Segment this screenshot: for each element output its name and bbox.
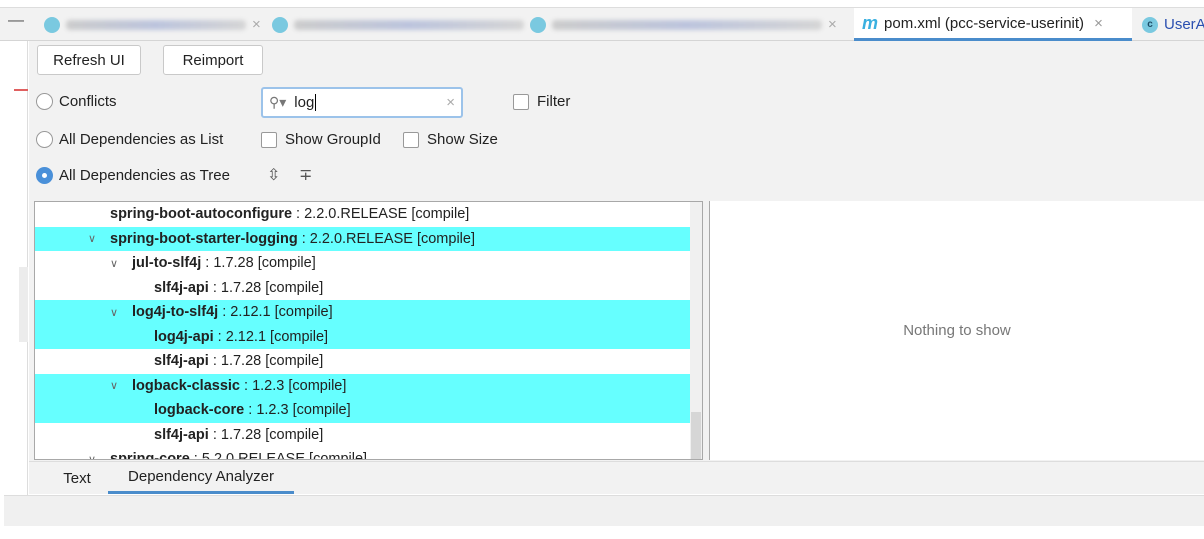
artifact-name: slf4j-api	[154, 353, 209, 370]
artifact-version: : 1.7.28 [compile]	[208, 279, 324, 296]
tree-node[interactable]: ∨ spring-core : 5.2.0.RELEASE [compile]	[35, 447, 690, 460]
left-gutter	[0, 41, 28, 495]
checkbox[interactable]	[261, 131, 277, 148]
tree-node[interactable]: logback-core : 1.2.3 [compile]	[35, 398, 690, 423]
editor-tab-pom[interactable]: m pom.xml (pcc-service-userinit) ×	[854, 8, 1132, 41]
chevron-down-icon[interactable]: ∨	[88, 232, 102, 245]
collapse-all-icon[interactable]: ∓	[299, 165, 312, 185]
chevron-down-icon[interactable]: ∨	[110, 306, 124, 319]
tree-node[interactable]: ∨ log4j-to-slf4j : 2.12.1 [compile]	[35, 300, 690, 325]
tab-dependency-analyzer[interactable]: Dependency Analyzer	[108, 462, 294, 494]
artifact-version: : 1.7.28 [compile]	[201, 255, 316, 272]
artifact-name: spring-core	[110, 451, 190, 460]
editor-tab-3[interactable]: ×	[530, 8, 837, 41]
radio-circle[interactable]	[36, 93, 53, 110]
artifact-version: : 2.2.0.RELEASE [compile]	[297, 230, 475, 247]
editor-tab-bar: — × × m pom.xml (pcc-service-userinit) × c…	[0, 7, 1204, 41]
expand-all-icon[interactable]: ⇳	[267, 165, 280, 185]
tree-node[interactable]: slf4j-api : 1.7.28 [compile]	[35, 349, 690, 374]
artifact-name: logback-classic	[132, 377, 240, 394]
search-icon[interactable]: ⚲▾	[269, 94, 286, 111]
tab-label: UserA	[1164, 16, 1204, 33]
editor-tab-1[interactable]: ×	[44, 8, 261, 41]
tree-node[interactable]: slf4j-api : 1.7.28 [compile]	[35, 423, 690, 448]
artifact-version: : 1.7.28 [compile]	[208, 426, 324, 443]
checkbox-label: Show Size	[427, 131, 498, 148]
status-bar	[4, 495, 1204, 526]
chevron-down-icon[interactable]: ∨	[88, 453, 102, 459]
empty-message: Nothing to show	[903, 322, 1011, 339]
blurred-tab-label	[552, 19, 822, 30]
tree-node[interactable]: ∨ jul-to-slf4j : 1.7.28 [compile]	[35, 251, 690, 276]
artifact-version: : 2.12.1 [compile]	[218, 304, 333, 321]
tab-text[interactable]: Text	[49, 462, 105, 494]
reimport-button[interactable]: Reimport	[163, 45, 263, 75]
artifact-name: log4j-to-slf4j	[132, 304, 219, 321]
checkbox[interactable]	[513, 93, 529, 110]
tree-node[interactable]: slf4j-api : 1.7.28 [compile]	[35, 276, 690, 301]
tree-node[interactable]: log4j-api : 2.12.1 [compile]	[35, 324, 690, 349]
tree-scrollbar[interactable]	[690, 202, 702, 459]
artifact-name: logback-core	[154, 402, 245, 419]
close-icon[interactable]: ×	[252, 16, 261, 33]
artifact-name: slf4j-api	[154, 426, 209, 443]
class-icon: c	[1142, 16, 1158, 33]
artifact-version: : 5.2.0.RELEASE [compile]	[189, 451, 368, 460]
minimize-icon[interactable]: —	[8, 12, 24, 30]
artifact-version: : 1.2.3 [compile]	[244, 402, 351, 419]
artifact-name: slf4j-api	[154, 279, 209, 296]
artifact-version: : 1.7.28 [compile]	[208, 353, 324, 370]
artifact-name: log4j-api	[154, 328, 214, 345]
radio-label: All Dependencies as Tree	[59, 167, 230, 184]
dependency-tree[interactable]: spring-boot-autoconfigure : 2.2.0.RELEAS…	[34, 201, 703, 460]
maven-icon: m	[862, 12, 879, 33]
clear-icon[interactable]: ×	[446, 94, 455, 111]
refresh-ui-button[interactable]: Refresh UI	[37, 45, 141, 75]
bottom-tab-bar: Text Dependency Analyzer	[29, 461, 1204, 494]
gutter-scroll	[19, 267, 28, 342]
editor-tab-2[interactable]	[272, 8, 524, 41]
close-icon[interactable]: ×	[828, 16, 837, 33]
radio-conflicts[interactable]: Conflicts	[36, 93, 117, 110]
artifact-version: : 2.2.0.RELEASE [compile]	[292, 206, 470, 223]
radio-all-list[interactable]: All Dependencies as List	[36, 131, 223, 148]
artifact-version: : 2.12.1 [compile]	[213, 328, 329, 345]
tree-node[interactable]: ∨ logback-classic : 1.2.3 [compile]	[35, 373, 690, 398]
scrollbar-thumb[interactable]	[691, 412, 701, 459]
chevron-down-icon[interactable]: ∨	[110, 257, 124, 270]
checkbox[interactable]	[403, 131, 419, 148]
tree-node[interactable]: spring-boot-autoconfigure : 2.2.0.RELEAS…	[35, 202, 690, 227]
show-size-checkbox[interactable]: Show Size	[403, 131, 498, 148]
tree-node[interactable]: ∨ spring-boot-starter-logging : 2.2.0.REL…	[35, 226, 690, 251]
class-icon	[530, 16, 546, 33]
artifact-name: spring-boot-autoconfigure	[110, 206, 293, 223]
filter-checkbox[interactable]: Filter	[513, 93, 570, 110]
tab-label: pom.xml (pcc-service-userinit)	[884, 14, 1085, 32]
radio-circle[interactable]	[36, 167, 53, 184]
radio-label: Conflicts	[59, 93, 117, 110]
blurred-tab-label	[294, 19, 524, 30]
radio-all-tree[interactable]: All Dependencies as Tree	[36, 167, 230, 184]
class-icon	[272, 16, 288, 33]
checkbox-label: Filter	[537, 93, 571, 110]
chevron-down-icon[interactable]: ∨	[110, 379, 124, 392]
radio-circle[interactable]	[36, 131, 53, 148]
search-input[interactable]: ⚲▾ log ×	[261, 87, 463, 118]
close-icon[interactable]: ×	[1094, 15, 1103, 32]
details-panel: Nothing to show	[709, 201, 1204, 460]
show-groupid-checkbox[interactable]: Show GroupId	[261, 131, 381, 148]
artifact-name: jul-to-slf4j	[132, 255, 202, 272]
editor-tab-usera[interactable]: c UserA	[1142, 8, 1204, 41]
radio-label: All Dependencies as List	[59, 131, 224, 148]
blurred-tab-label	[66, 19, 246, 30]
change-marker	[14, 89, 28, 91]
artifact-name: spring-boot-starter-logging	[110, 230, 298, 247]
checkbox-label: Show GroupId	[285, 131, 381, 148]
search-value: log	[294, 94, 317, 111]
artifact-version: : 1.2.3 [compile]	[240, 377, 347, 394]
class-icon	[44, 16, 60, 33]
